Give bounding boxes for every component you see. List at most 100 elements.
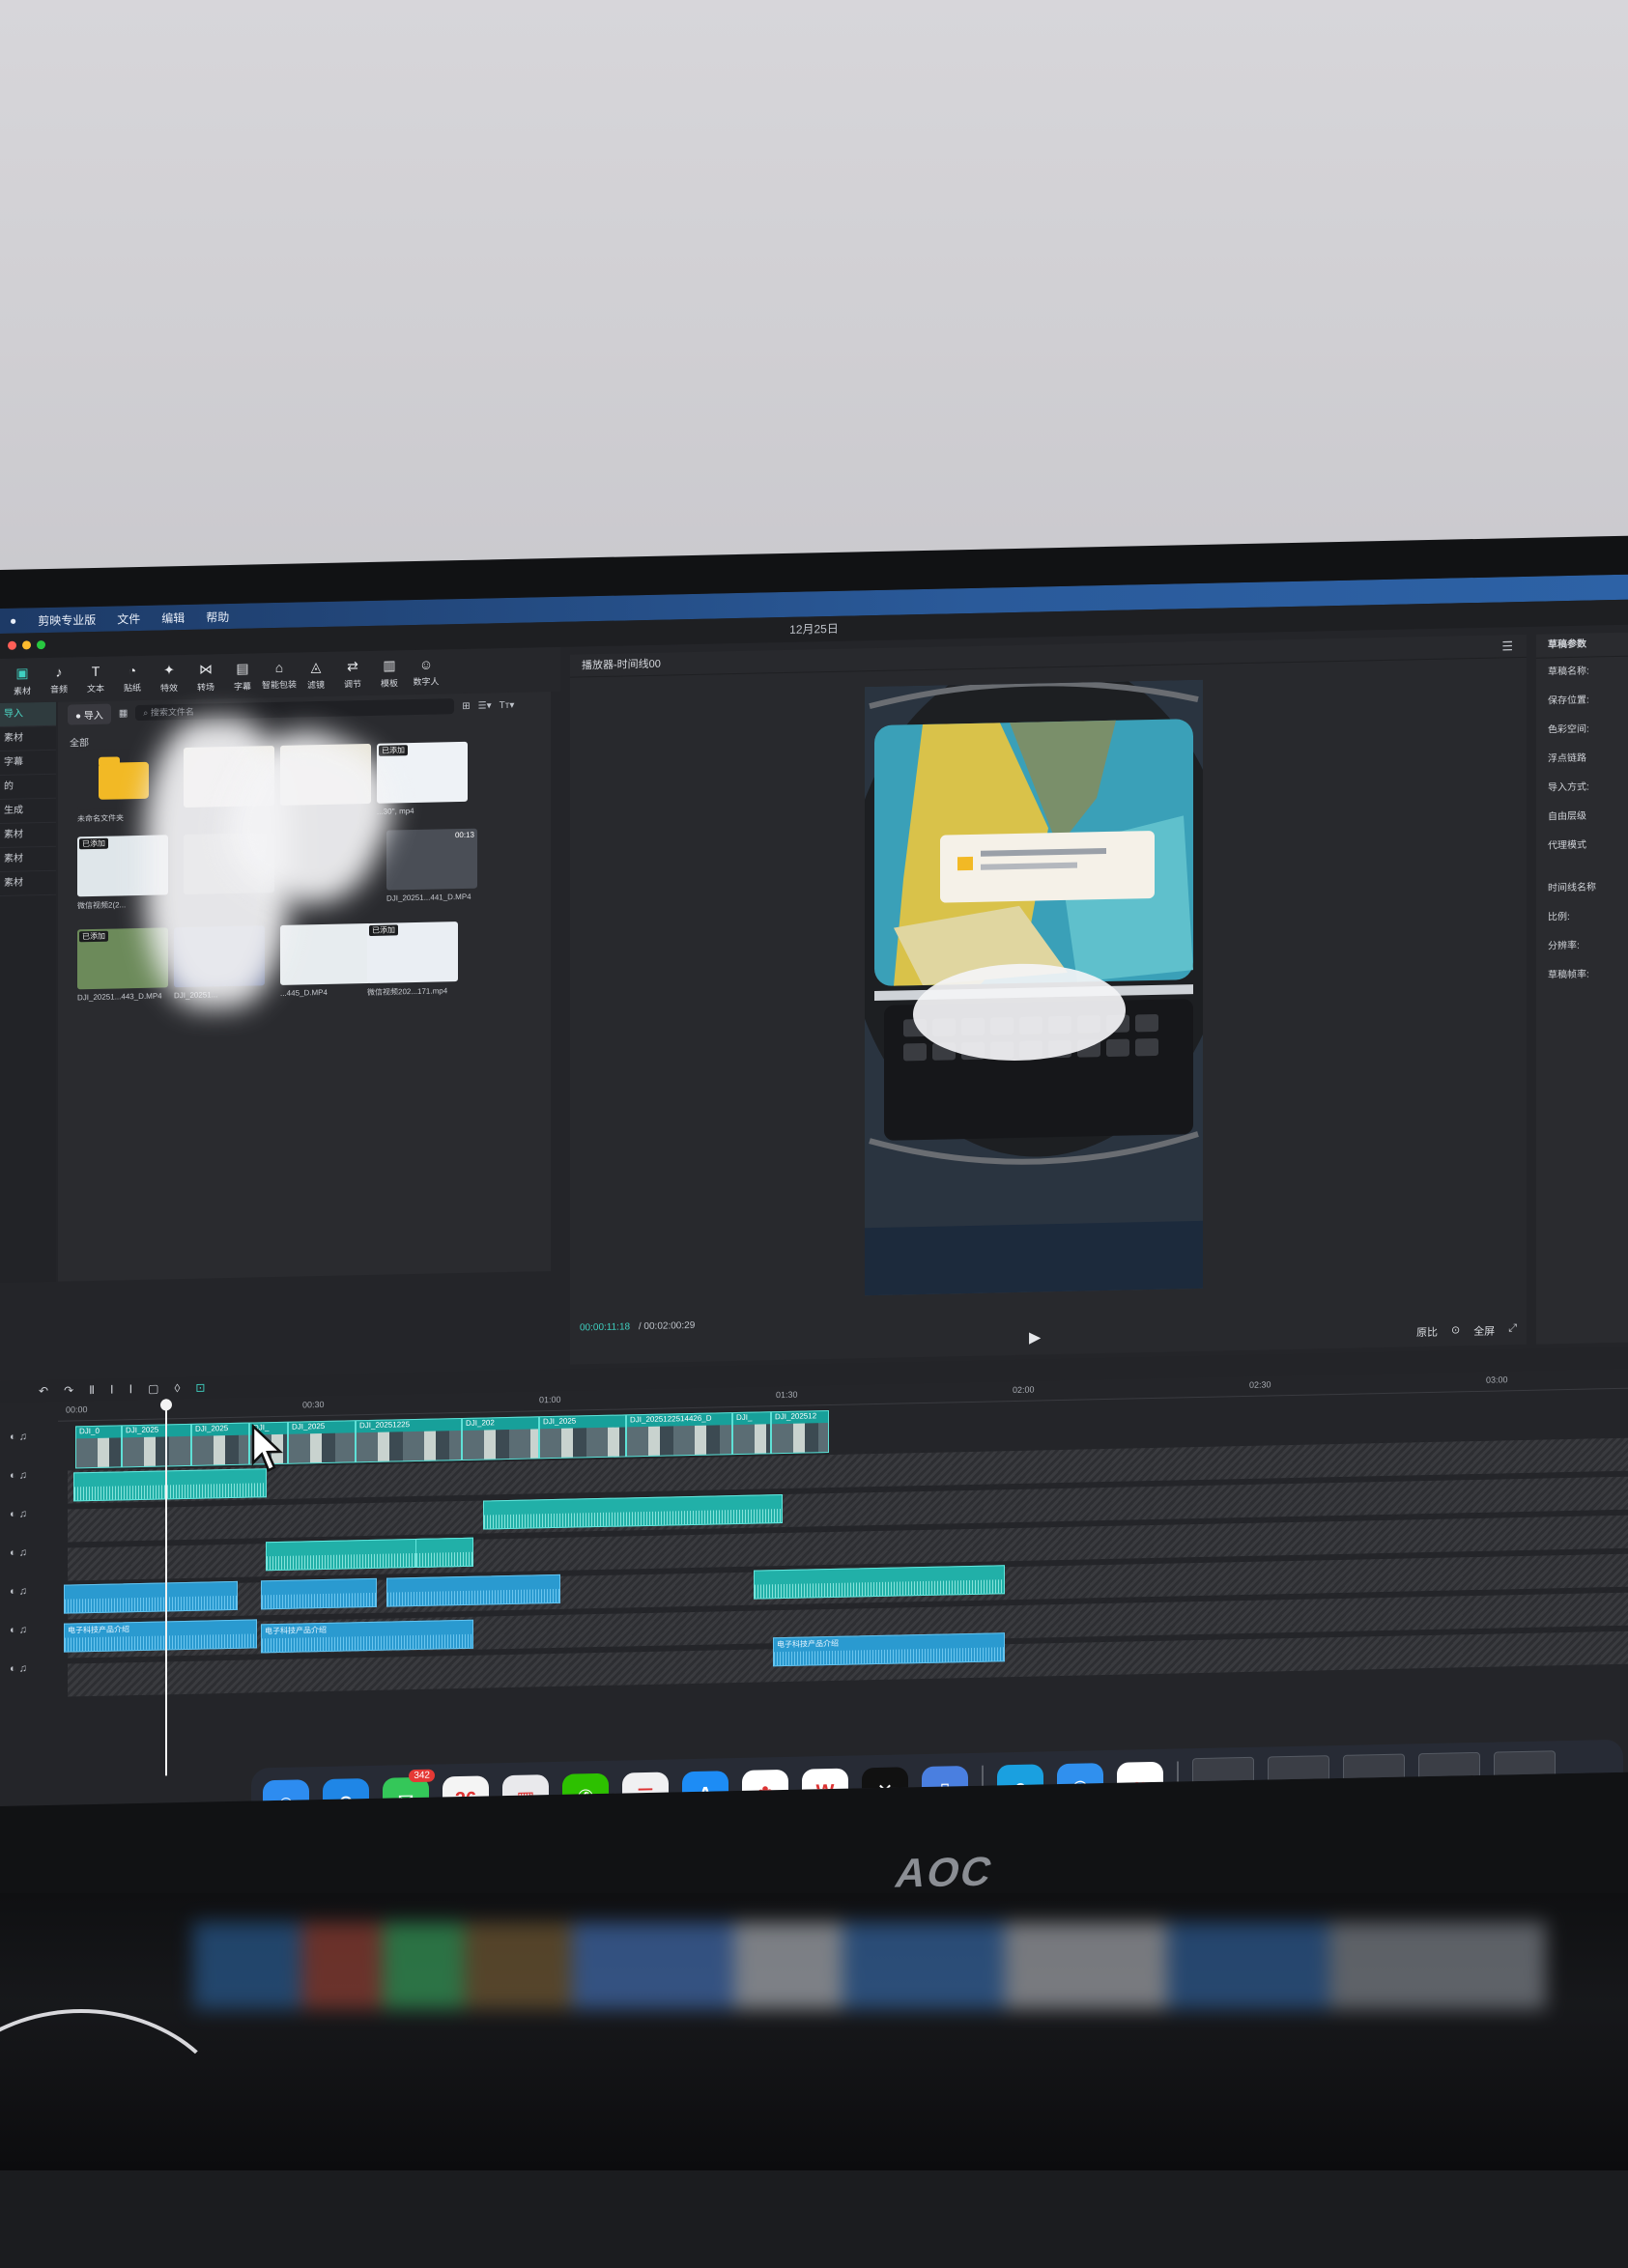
sort-icon[interactable]: ☰▾ [478,700,492,711]
view-mode-icon[interactable]: ⊞ [462,700,470,711]
launchpad-icon[interactable]: ▦ [502,1774,549,1806]
video-clip[interactable]: DJI_2025 [539,1414,626,1459]
wps-icon[interactable]: W [802,1769,848,1806]
finder-icon[interactable]: ☺ [263,1779,309,1806]
edge-icon[interactable]: e [997,1764,1043,1806]
track-header-icon[interactable]: ◐ ♫ [10,1662,27,1674]
safari-icon[interactable]: ⊛ [323,1778,369,1806]
audio-clip[interactable] [754,1565,1005,1599]
filter-icon[interactable]: Tт▾ [500,699,515,710]
track-header-icon[interactable]: ◐ ♫ [10,1431,27,1442]
media-thumbnail[interactable]: 已添加 [367,921,458,983]
video-clip[interactable]: DJI_2025 [122,1424,191,1468]
sidebar-item[interactable]: 的 [0,775,56,800]
wechat-icon[interactable]: ✆ [562,1773,609,1806]
capcut-icon[interactable]: ✕ [862,1767,908,1806]
sidebar-item[interactable]: 导入 [0,702,56,727]
sidebar-item[interactable]: 素材 [0,847,56,872]
audio-clip[interactable] [386,1574,560,1607]
video-clip[interactable]: DJI_ [732,1411,771,1455]
freeze-icon[interactable]: ⊡ [195,1381,205,1395]
menu-icon[interactable]: ☰ [1501,638,1513,654]
sidebar-item[interactable]: 生成 [0,799,56,824]
minimized-window-thumbnail[interactable] [1268,1755,1329,1806]
audio-clip[interactable] [64,1581,238,1614]
tool-template[interactable]: ▥模板 [371,650,408,695]
media-thumbnail[interactable]: 00:13 [386,829,477,891]
tool-adjust[interactable]: ⇄调节 [334,651,371,696]
sidebar-item[interactable]: 素材 [0,871,56,896]
track-header-icon[interactable]: ◐ ♫ [10,1624,27,1635]
marker-icon[interactable]: ◊ [174,1381,180,1395]
tool-text[interactable]: T文本 [77,657,114,702]
tool-filter[interactable]: ◬滤镜 [298,652,334,697]
track-header-icon[interactable]: ◐ ♫ [10,1546,27,1558]
import-button[interactable]: ● 导入 [68,703,111,724]
video-clip[interactable]: DJI_2025122514426_D [626,1412,732,1457]
grid-view-icon[interactable]: ▦ [119,708,128,719]
notification-badge: 342 [409,1770,435,1783]
messages-icon[interactable]: ✉342 [383,1777,429,1806]
play-icon[interactable]: ▶ [1029,1327,1041,1347]
video-clip[interactable]: DJI_202 [462,1416,539,1460]
app-store-icon[interactable]: A [682,1771,728,1806]
minimize-window-icon[interactable] [22,640,31,649]
fullscreen-button[interactable]: 全屏 [1473,1323,1495,1339]
split-right-icon[interactable]: Ⅰ [129,1382,133,1396]
focus-icon[interactable]: ⊙ [1451,1323,1460,1339]
menu-app-name[interactable]: 剪映专业版 [38,610,96,628]
zoom-window-icon[interactable] [37,640,45,649]
sidebar-item[interactable]: 字幕 [0,751,56,776]
video-clip[interactable]: DJI_0 [75,1425,122,1468]
video-clip[interactable]: DJI_202512 [771,1410,829,1454]
photos-icon[interactable]: ✿ [742,1770,788,1806]
track-header-icon[interactable]: ◐ ♫ [10,1469,27,1481]
ratio-button[interactable]: 原比 [1416,1324,1438,1340]
narration-clip[interactable]: 电子科技产品介绍 [64,1619,257,1652]
tool-audio[interactable]: ♪音频 [41,657,77,702]
redo-icon[interactable]: ↷ [64,1383,73,1397]
minimized-window-thumbnail[interactable] [1494,1750,1556,1803]
menu-edit[interactable]: 编辑 [161,609,185,626]
close-window-icon[interactable] [8,641,16,650]
minimized-window-thumbnail[interactable] [1418,1752,1480,1805]
menu-file[interactable]: 文件 [117,610,140,627]
tool-sticker[interactable]: ◔贴纸 [114,656,151,701]
minimized-window-thumbnail[interactable] [1343,1754,1405,1806]
calendar-icon[interactable]: 26 [443,1775,489,1806]
sidebar-item[interactable]: 素材 [0,823,56,848]
tool-digital-human[interactable]: ☺数字人 [408,649,444,695]
reminders-icon[interactable]: ☰ [622,1772,669,1806]
narration-clip[interactable]: 电子科技产品介绍 [773,1632,1005,1666]
playhead[interactable] [165,1399,167,1775]
media-thumbnail[interactable] [280,923,371,985]
track-header-icon[interactable]: ◐ ♫ [10,1508,27,1519]
tool-smart-pack[interactable]: ⌂智能包装 [261,653,298,698]
audio-clip[interactable] [415,1538,473,1568]
minimized-window-thumbnail[interactable] [1192,1757,1254,1806]
narration-clip[interactable]: 电子科技产品介绍 [261,1620,473,1654]
tool-media[interactable]: ▣素材 [4,658,41,703]
tool-subtitle[interactable]: ▤字幕 [224,653,261,698]
track-header-icon[interactable]: ◐ ♫ [10,1585,27,1597]
storage-icon[interactable]: ◉ [1057,1763,1103,1806]
expand-icon[interactable]: ⤢ [1508,1322,1517,1338]
video-clip[interactable]: DJI_2025 [288,1420,356,1463]
audio-clip[interactable] [73,1468,267,1501]
apple-menu-icon[interactable]: ● [10,614,16,628]
tool-transition[interactable]: ⋈转场 [187,654,224,699]
tool-effects[interactable]: ✦特效 [151,655,187,700]
clip-label: DJI_202512 [775,1411,816,1421]
menu-help[interactable]: 帮助 [206,609,229,626]
undo-icon[interactable]: ↶ [39,1384,48,1398]
video-clip[interactable]: DJI_2025 [191,1423,249,1466]
split-left-icon[interactable]: Ⅰ [110,1383,114,1397]
sidebar-item[interactable]: 素材 [0,726,56,751]
delete-icon[interactable]: ▢ [148,1382,158,1396]
split-icon[interactable]: Ⅱ [89,1383,95,1397]
phone-mirror-icon[interactable]: ▯ [922,1766,968,1806]
baidu-netdisk-icon[interactable]: ∞ [1117,1762,1163,1806]
media-search-input[interactable]: ⌕ 搜索文件名 [135,698,454,721]
audio-clip[interactable] [261,1578,377,1610]
video-clip[interactable]: DJI_20251225 [356,1418,462,1462]
